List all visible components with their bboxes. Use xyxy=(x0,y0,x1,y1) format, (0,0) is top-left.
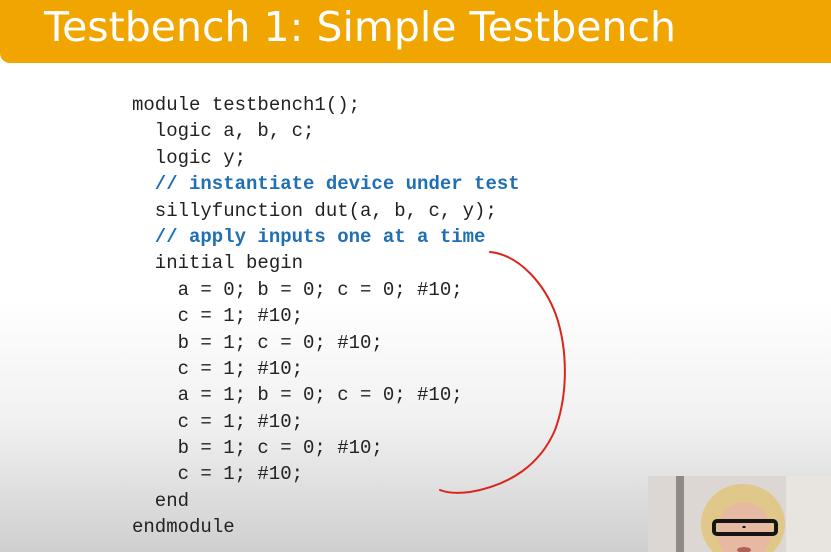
code-comment-line: // instantiate device under test xyxy=(154,173,520,196)
code-block: module testbench1(); logic a, b, c; logic … xyxy=(132,92,520,541)
presenter-webcam xyxy=(648,476,831,552)
slide-title-bar: Testbench 1: Simple Testbench xyxy=(0,0,831,63)
code-line: logic y; xyxy=(154,146,247,169)
code-line: end xyxy=(154,489,190,512)
code-comment-line: // apply inputs one at a time xyxy=(154,225,486,248)
code-line: endmodule xyxy=(132,516,235,539)
code-line: c = 1; #10; xyxy=(177,410,304,433)
code-line: b = 1; c = 0; #10; xyxy=(177,331,383,354)
code-line: a = 0; b = 0; c = 0; #10; xyxy=(177,278,463,301)
slide-title: Testbench 1: Simple Testbench xyxy=(44,3,676,51)
presenter-video-frame xyxy=(648,476,831,552)
code-line: logic a, b, c; xyxy=(154,120,315,143)
code-line: module testbench1(); xyxy=(132,94,361,116)
code-line: c = 1; #10; xyxy=(177,463,304,486)
code-line: initial begin xyxy=(154,252,304,275)
code-line: c = 1; #10; xyxy=(177,357,304,380)
code-line: sillyfunction dut(a, b, c, y); xyxy=(154,199,497,222)
code-line: c = 1; #10; xyxy=(177,305,304,328)
code-line: b = 1; c = 0; #10; xyxy=(177,437,383,460)
code-line: a = 1; b = 0; c = 0; #10; xyxy=(177,384,463,407)
